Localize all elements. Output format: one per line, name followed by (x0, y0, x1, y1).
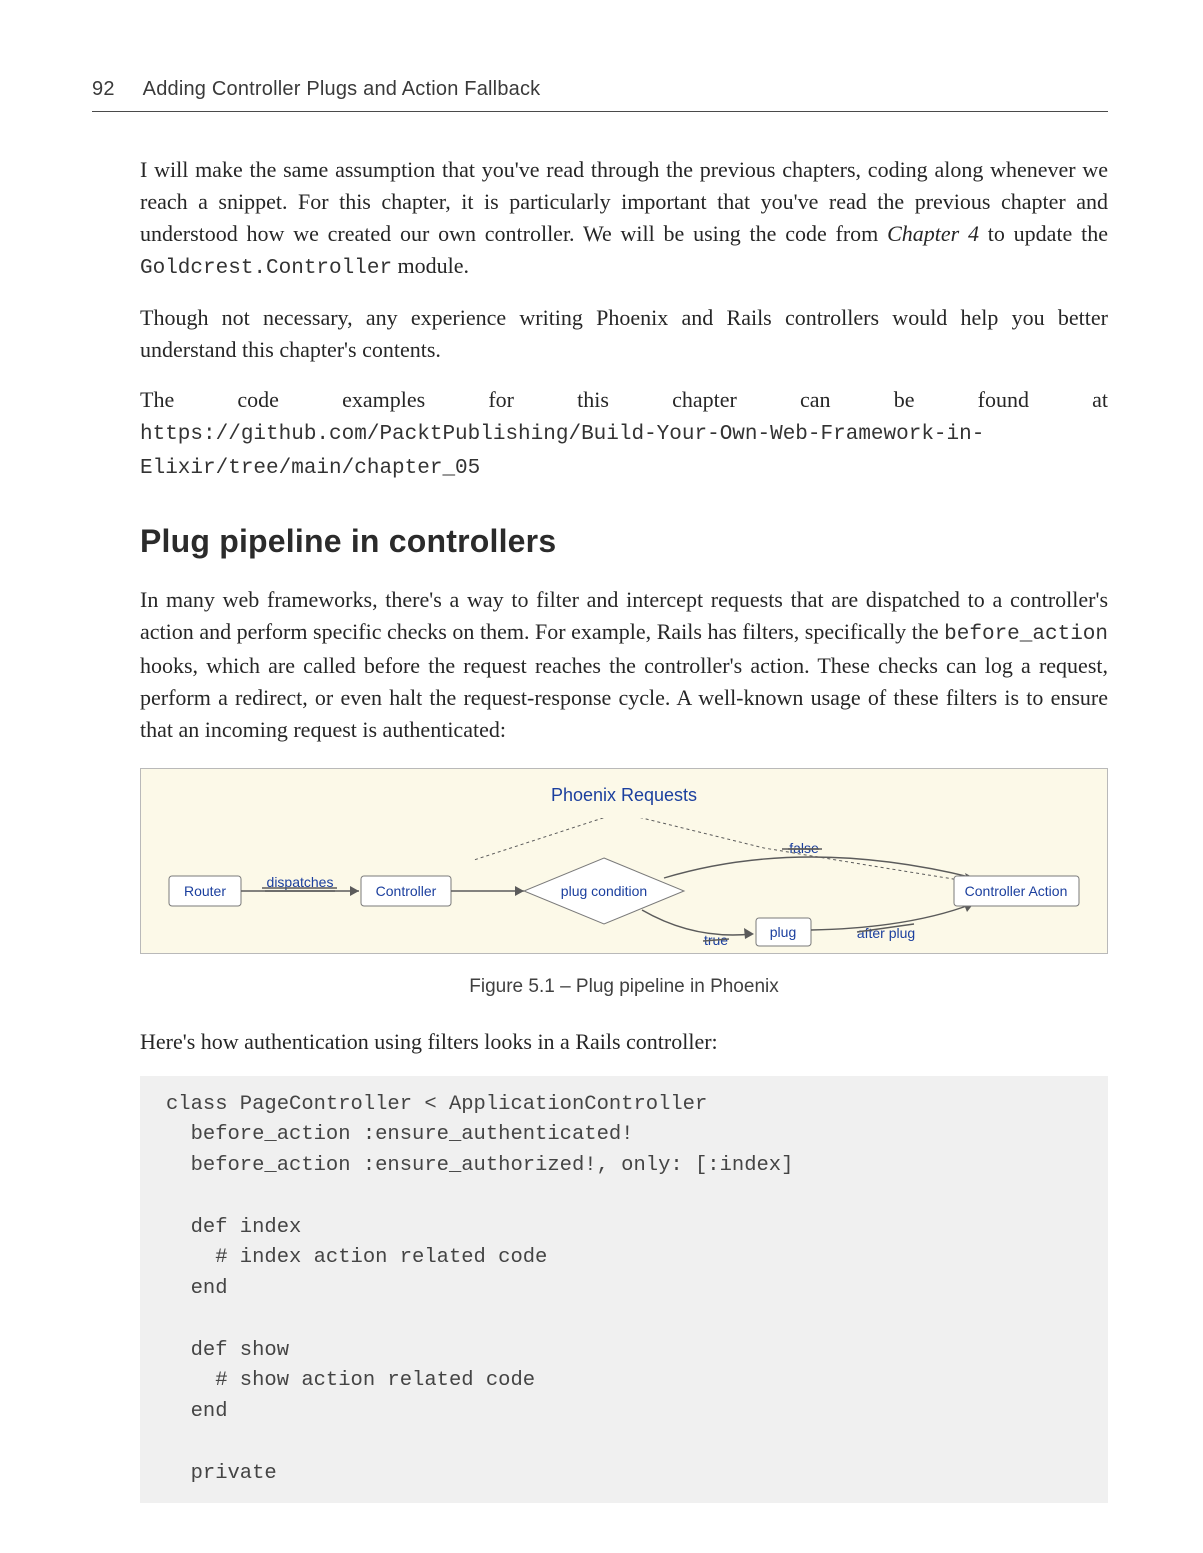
figure-title: Phoenix Requests (163, 785, 1085, 806)
section-paragraph-1: In many web frameworks, there's a way to… (140, 584, 1108, 746)
intro-paragraph-1: I will make the same assumption that you… (140, 154, 1108, 284)
section-paragraph-2: Here's how authentication using filters … (140, 1026, 1108, 1058)
text: module. (392, 253, 469, 278)
node-controller-label: Controller (376, 883, 437, 899)
arrowhead-icon (515, 886, 524, 896)
body-text: I will make the same assumption that you… (140, 154, 1108, 1503)
arrowhead-icon (350, 886, 359, 896)
edge-false-label: false (789, 840, 819, 856)
figure-diagram: Router dispatches Controller plug condit… (163, 818, 1085, 958)
arrowhead-icon (744, 928, 754, 939)
leader-line (474, 818, 609, 860)
text: to update the (979, 221, 1108, 246)
figure-box: Phoenix Requests Router dispatches Co (140, 768, 1108, 954)
node-controller-action-label: Controller Action (965, 883, 1068, 899)
intro-paragraph-3: The code examples for this chapter can b… (140, 384, 1108, 485)
node-router-label: Router (184, 883, 226, 899)
edge-false (664, 857, 974, 878)
intro-paragraph-2: Though not necessary, any experience wri… (140, 302, 1108, 366)
code-inline: before_action (944, 623, 1108, 646)
running-title: Adding Controller Plugs and Action Fallb… (143, 78, 541, 101)
node-plug-label: plug (770, 924, 796, 940)
running-head: 92 Adding Controller Plugs and Action Fa… (92, 78, 1108, 112)
figure-caption: Figure 5.1 – Plug pipeline in Phoenix (140, 976, 1108, 998)
text: hooks, which are called before the reque… (140, 653, 1108, 742)
figure-5-1: Phoenix Requests Router dispatches Co (140, 768, 1108, 998)
chapter-ref: Chapter 4 (887, 221, 979, 246)
code-inline: Goldcrest.Controller (140, 257, 392, 280)
text: The code examples for this chapter can b… (140, 387, 1108, 412)
edge-true (642, 910, 752, 935)
section-heading-plug-pipeline: Plug pipeline in controllers (140, 523, 1108, 560)
code-url: https://github.com/PacktPublishing/Build… (140, 423, 984, 480)
code-block-rails-controller: class PageController < ApplicationContro… (140, 1076, 1108, 1504)
page-number: 92 (92, 78, 115, 101)
node-plug-condition-label: plug condition (561, 883, 647, 899)
page: 92 Adding Controller Plugs and Action Fa… (0, 0, 1203, 1553)
